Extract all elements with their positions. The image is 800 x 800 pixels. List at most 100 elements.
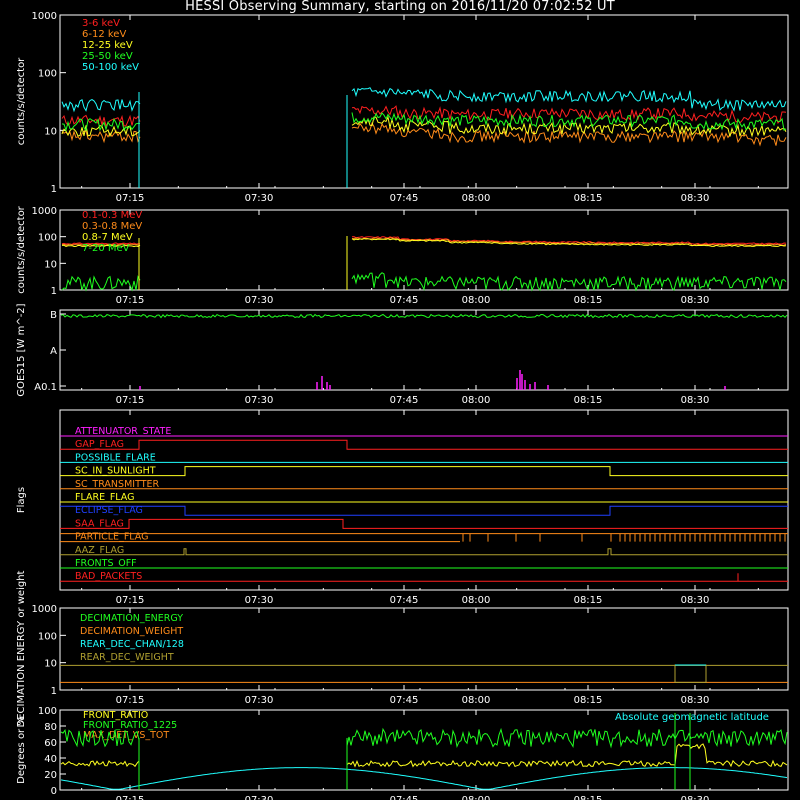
- flag-label: ECLIPSE_FLAG: [75, 505, 143, 516]
- panel-ratios: 07:15 07:30 07:45 08:00 08:15 08:30 Degrees or…: [16, 706, 789, 800]
- legend-entry: 6-12 keV: [82, 29, 126, 40]
- legend-entry: 50-100 keV: [82, 62, 139, 73]
- flag-line: [60, 505, 788, 516]
- y-axis-label: counts/s/detector: [16, 57, 27, 145]
- y-tick-label: 1000: [32, 11, 57, 22]
- x-tick-label: 08:30: [681, 795, 710, 800]
- y-axis-label: Flags: [16, 487, 27, 513]
- panel-count-rates-high: 07:15 07:30 07:45 08:00 08:15 08:30 counts/s/d…: [16, 205, 789, 306]
- rear-dec-box: [674, 664, 707, 683]
- flag-line: [60, 533, 788, 543]
- flag-label: FLARE_FLAG: [75, 492, 135, 503]
- panel-frame: [59, 309, 789, 391]
- flag-line: [60, 466, 788, 477]
- flag-label: ATTENUATOR_STATE: [75, 426, 171, 437]
- y-tick-label: 20: [44, 770, 57, 781]
- x-tick-label: 07:30: [245, 795, 274, 800]
- hessi-summary-chart: 07:15 07:30 07:45 08:00 08:15 08:30 counts/s/d…: [16, 11, 789, 800]
- x-tick-label: 08:30: [681, 295, 710, 306]
- legend-entry: 0.1-0.3 MeV: [82, 210, 142, 221]
- flag-line: [60, 573, 788, 582]
- x-tick-label: 08:15: [574, 795, 603, 800]
- legend-entry: 12-25 keV: [82, 40, 133, 51]
- x-tick-label: 08:15: [574, 395, 603, 406]
- y-axis-label: DECIMATION ENERGY or weight: [16, 570, 27, 727]
- legend-entry: REAR_DEC_CHAN/128: [80, 639, 184, 650]
- x-tick-label: 08:15: [574, 695, 603, 706]
- x-tick-label: 07:30: [245, 193, 274, 204]
- y-axis-label: counts/s/detector: [16, 205, 27, 293]
- y-tick-label: 80: [44, 722, 57, 733]
- latitude-line: [60, 767, 788, 790]
- x-tick-label: 07:30: [245, 695, 274, 706]
- x-tick-label: 08:00: [462, 695, 491, 706]
- legend-entry: 7-20 MeV: [82, 243, 130, 254]
- panel-frame: [59, 14, 789, 189]
- x-tick-label: 07:30: [245, 295, 274, 306]
- panel-count-rates-low: 07:15 07:30 07:45 08:00 08:15 08:30 counts/s/d…: [16, 11, 789, 204]
- y-tick-label: 10: [44, 659, 57, 670]
- y-tick-label: 100: [38, 706, 57, 717]
- flag-line: [60, 548, 788, 556]
- legend-entry: 0.8-7 MeV: [82, 232, 133, 243]
- series-line: [61, 272, 787, 292]
- goes-line: [60, 313, 788, 319]
- y-tick-label: 100: [38, 233, 57, 244]
- y-tick-label: 100: [38, 69, 57, 80]
- x-tick-label: 08:15: [574, 595, 603, 606]
- flag-label: FRONTS_OFF: [75, 558, 137, 569]
- y-tick-label: 10: [44, 126, 57, 137]
- y-axis-label: GOES15 [W m^-2]: [16, 303, 27, 396]
- flag-label: SC_TRANSMITTER: [75, 479, 160, 490]
- x-tick-label: 08:00: [462, 395, 491, 406]
- x-tick-label: 07:15: [116, 295, 145, 306]
- legend-entry: 25-50 keV: [82, 51, 133, 62]
- front-ratio-1225-line: [60, 727, 788, 749]
- x-tick-label: 08:00: [462, 795, 491, 800]
- legend-entry: REAR_DEC_WEIGHT: [80, 652, 174, 663]
- y-tick-label: 1: [51, 184, 57, 195]
- y-tick-label: 1: [51, 686, 57, 697]
- y-tick-label: 60: [44, 738, 57, 749]
- panel-decimation: 07:15 07:30 07:45 08:00 08:15 08:30 DECIMATION…: [16, 570, 789, 727]
- x-tick-label: 08:15: [574, 193, 603, 204]
- latitude-annotation: Absolute geomagnetic latitude: [615, 712, 769, 723]
- series-line: [61, 121, 787, 147]
- flag-label: BAD_PACKETS: [75, 571, 142, 582]
- x-tick-label: 07:30: [245, 395, 274, 406]
- y-tick-label: 0: [51, 786, 57, 797]
- x-tick-label: 08:15: [574, 295, 603, 306]
- y-axis-label: Degrees or %: [16, 716, 27, 784]
- flag-label: SC_IN_SUNLIGHT: [75, 466, 156, 477]
- y-tick-label: 100: [38, 631, 57, 642]
- x-tick-label: 08:00: [462, 295, 491, 306]
- flag-label: SAA_FLAG: [75, 518, 124, 529]
- series-line: [61, 105, 787, 128]
- legend-entry: 0.3-0.8 MeV: [82, 221, 142, 232]
- x-tick-label: 07:45: [390, 595, 419, 606]
- x-tick-label: 08:30: [681, 695, 710, 706]
- x-tick-label: 07:30: [245, 595, 274, 606]
- x-tick-label: 07:45: [390, 193, 419, 204]
- x-tick-label: 07:45: [390, 795, 419, 800]
- x-tick-label: 07:15: [116, 595, 145, 606]
- x-tick-label: 08:30: [681, 595, 710, 606]
- y-tick-label: B: [50, 310, 57, 321]
- x-tick-label: 08:30: [681, 395, 710, 406]
- x-tick-label: 08:00: [462, 193, 491, 204]
- y-tick-label: A: [50, 346, 57, 357]
- panel-flags: 07:15 07:30 07:45 08:00 08:15 08:30 Flags ATTEN…: [16, 409, 789, 606]
- flag-label: AAZ_FLAG: [75, 545, 124, 556]
- legend-entry: 3-6 keV: [82, 18, 120, 29]
- flag-line: [60, 518, 788, 529]
- y-tick-label: 1000: [32, 206, 57, 217]
- x-tick-label: 07:45: [390, 295, 419, 306]
- flag-label: POSSIBLE_FLARE: [75, 452, 156, 463]
- x-tick-label: 07:15: [116, 695, 145, 706]
- x-tick-label: 07:15: [116, 193, 145, 204]
- x-tick-label: 07:15: [116, 395, 145, 406]
- panel-frame: [59, 209, 789, 291]
- x-tick-label: 08:00: [462, 595, 491, 606]
- legend-entry: DECIMATION_ENERGY: [80, 613, 183, 624]
- panel-goes: 07:15 07:30 07:45 08:00 08:15 08:30 GOES15 [W …: [16, 303, 789, 406]
